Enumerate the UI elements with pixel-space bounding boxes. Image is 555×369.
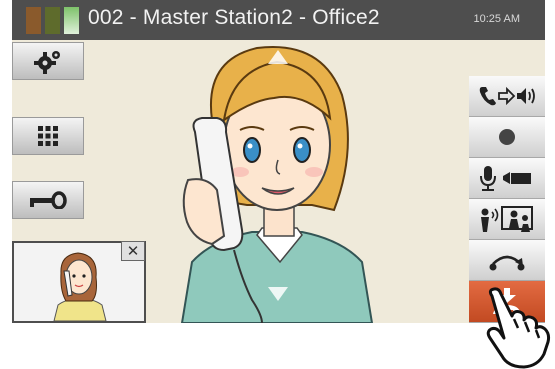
transfer-icon xyxy=(481,206,533,232)
record-dot-icon xyxy=(499,129,515,145)
hold-icon xyxy=(489,255,525,271)
signal-bar-1 xyxy=(26,7,41,34)
close-icon: ✕ xyxy=(126,243,140,260)
hold-button[interactable] xyxy=(469,240,545,281)
keypad-icon xyxy=(38,126,58,146)
record-button[interactable] xyxy=(469,117,545,158)
handset-speaker-button[interactable] xyxy=(469,76,545,117)
status-bar: 002 - Master Station2 - Office2 10:25 AM xyxy=(12,0,545,40)
settings-button[interactable] xyxy=(12,42,84,80)
signal-bar-2 xyxy=(45,7,60,34)
mic-camera-button[interactable] xyxy=(469,158,545,199)
pointing-hand-icon xyxy=(486,287,551,369)
transfer-button[interactable] xyxy=(469,199,545,240)
microphone-camera-icon xyxy=(480,166,531,191)
handset-to-speaker-icon xyxy=(479,86,535,106)
clock: 10:25 AM xyxy=(473,13,520,25)
gear-icon xyxy=(34,51,60,74)
station-title: 002 - Master Station2 - Office2 xyxy=(88,6,380,29)
close-self-view-button[interactable]: ✕ xyxy=(121,241,145,261)
key-icon xyxy=(30,191,67,209)
keypad-button[interactable] xyxy=(12,117,84,155)
signal-bar-3 xyxy=(64,7,79,34)
door-release-button[interactable] xyxy=(12,181,84,219)
